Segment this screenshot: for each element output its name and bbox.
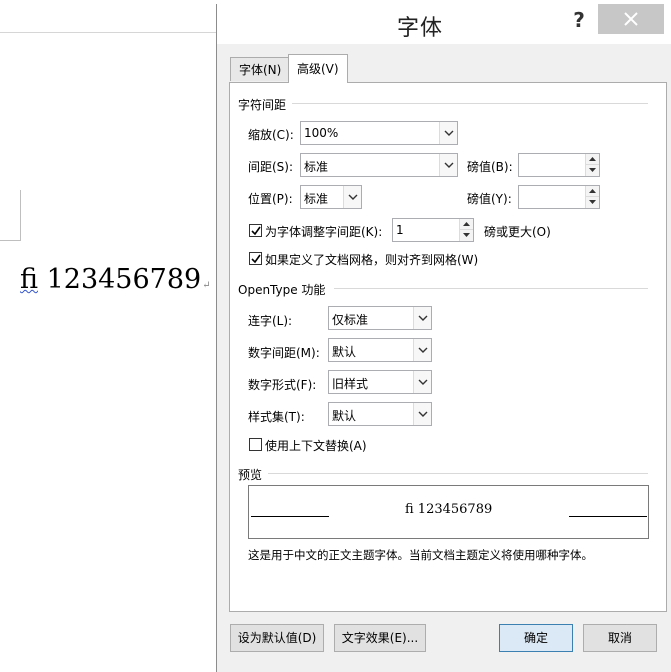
ligature-text: fi <box>20 264 39 295</box>
kerning-spinner[interactable]: 1 <box>392 218 474 242</box>
help-button[interactable]: ? <box>567 8 591 36</box>
preview-baseline-left <box>251 516 329 517</box>
checkmark-icon <box>251 226 261 236</box>
preview-group-title: 预览 <box>238 468 263 482</box>
number-forms-value: 旧样式 <box>332 377 369 391</box>
spinner-buttons <box>459 219 473 241</box>
chevron-down-icon <box>418 347 428 353</box>
char-spacing-group-title: 字符间距 <box>238 98 287 112</box>
paragraph-mark-icon: ↵ <box>202 280 211 291</box>
caret-up-icon <box>463 222 470 226</box>
kerning-value: 1 <box>396 223 404 237</box>
text-effects-button[interactable]: 文字效果(E)... <box>334 624 426 652</box>
contextual-alternates-checkbox[interactable] <box>249 438 262 451</box>
dropdown-arrow[interactable] <box>413 403 431 425</box>
position-pt-spinner[interactable] <box>518 185 600 209</box>
number-spacing-label: 数字间距(M): <box>248 346 320 360</box>
number-spacing-value: 默认 <box>332 345 357 359</box>
position-combobox[interactable]: 标准 <box>300 185 362 209</box>
chevron-down-icon <box>348 194 358 200</box>
document-text[interactable]: fi 123456789↵ <box>20 264 211 295</box>
spacing-pt-label: 磅值(B): <box>467 160 513 174</box>
number-forms-label: 数字形式(F): <box>248 378 317 392</box>
dropdown-arrow[interactable] <box>439 154 457 176</box>
opentype-group-title: OpenType 功能 <box>238 283 326 297</box>
spin-up-button[interactable] <box>460 219 473 230</box>
document-page: fi 123456789↵ <box>0 0 216 672</box>
preview-description: 这是用于中文的正文主题字体。当前文档主题定义将使用哪种字体。 <box>248 548 593 562</box>
spinner-buttons <box>585 154 599 176</box>
close-button[interactable] <box>598 4 664 34</box>
dialog-titlebar[interactable]: 字体 ? <box>217 4 671 44</box>
number-forms-combobox[interactable]: 旧样式 <box>328 370 432 394</box>
position-value: 标准 <box>304 192 329 206</box>
caret-down-icon <box>589 168 596 172</box>
group-divider <box>292 103 648 104</box>
cancel-button[interactable]: 取消 <box>583 624 657 652</box>
spacing-label: 间距(S): <box>248 160 294 174</box>
position-label: 位置(P): <box>248 192 293 206</box>
digits-text: 123456789 <box>38 264 202 295</box>
stylistic-sets-value: 默认 <box>332 409 357 423</box>
caret-up-icon <box>589 157 596 161</box>
stylistic-sets-combobox[interactable]: 默认 <box>328 402 432 426</box>
scale-value: 100% <box>304 126 339 140</box>
stylistic-sets-label: 样式集(T): <box>248 410 305 424</box>
tab-font[interactable]: 字体(N) <box>230 57 291 81</box>
margin-corner-line <box>0 240 21 241</box>
group-divider <box>268 473 648 474</box>
chevron-down-icon <box>418 411 428 417</box>
group-divider <box>334 288 648 289</box>
ligatures-value: 仅标准 <box>332 313 369 327</box>
dropdown-arrow[interactable] <box>439 122 457 144</box>
spin-down-button[interactable] <box>460 230 473 241</box>
spin-up-button[interactable] <box>586 186 599 197</box>
kerning-label[interactable]: 为字体调整字间距(K): <box>265 223 382 240</box>
caret-down-icon <box>463 233 470 237</box>
chevron-down-icon <box>444 130 454 136</box>
scale-label: 缩放(C): <box>248 128 294 142</box>
dialog-title: 字体 <box>397 16 444 41</box>
scale-combobox[interactable]: 100% <box>300 121 458 145</box>
font-dialog: 字体 ? 字体(N) 高级(V) 字符间距 缩放(C): 100% 间距(S):… <box>216 4 671 672</box>
kerning-suffix-label: 磅或更大(O) <box>484 225 551 239</box>
preview-baseline-right <box>569 516 647 517</box>
contextual-alternates-label[interactable]: 使用上下文替换(A) <box>265 437 367 454</box>
dropdown-arrow[interactable] <box>413 339 431 361</box>
number-spacing-combobox[interactable]: 默认 <box>328 338 432 362</box>
preview-box: ﬁ 123456789 <box>248 485 649 539</box>
dropdown-arrow[interactable] <box>413 307 431 329</box>
spacing-pt-spinner[interactable] <box>518 153 600 177</box>
spin-down-button[interactable] <box>586 197 599 208</box>
spinner-buttons <box>585 186 599 208</box>
dropdown-arrow[interactable] <box>413 371 431 393</box>
position-pt-label: 磅值(Y): <box>467 192 512 206</box>
spin-up-button[interactable] <box>586 154 599 165</box>
tab-advanced[interactable]: 高级(V) <box>288 54 348 83</box>
ruler-line <box>0 32 216 33</box>
preview-sample-text: ﬁ 123456789 <box>405 502 493 517</box>
checkmark-icon <box>251 254 261 264</box>
caret-down-icon <box>589 200 596 204</box>
dropdown-arrow[interactable] <box>343 186 361 208</box>
chevron-down-icon <box>444 162 454 168</box>
spacing-combobox[interactable]: 标准 <box>300 153 458 177</box>
advanced-tab-panel: 字符间距 缩放(C): 100% 间距(S): 标准 磅值(B): 位置(P):… <box>229 82 667 612</box>
ok-button[interactable]: 确定 <box>499 624 573 652</box>
spin-down-button[interactable] <box>586 165 599 176</box>
snap-to-grid-checkbox[interactable] <box>249 252 262 265</box>
ligatures-label: 连字(L): <box>248 314 293 328</box>
set-default-button[interactable]: 设为默认值(D) <box>230 624 324 652</box>
close-icon <box>624 12 638 26</box>
caret-up-icon <box>589 189 596 193</box>
chevron-down-icon <box>418 315 428 321</box>
kerning-checkbox[interactable] <box>249 224 262 237</box>
snap-to-grid-label[interactable]: 如果定义了文档网格，则对齐到网格(W) <box>265 251 478 268</box>
margin-line <box>20 190 21 240</box>
chevron-down-icon <box>418 379 428 385</box>
spacing-value: 标准 <box>304 160 329 174</box>
ligatures-combobox[interactable]: 仅标准 <box>328 306 432 330</box>
